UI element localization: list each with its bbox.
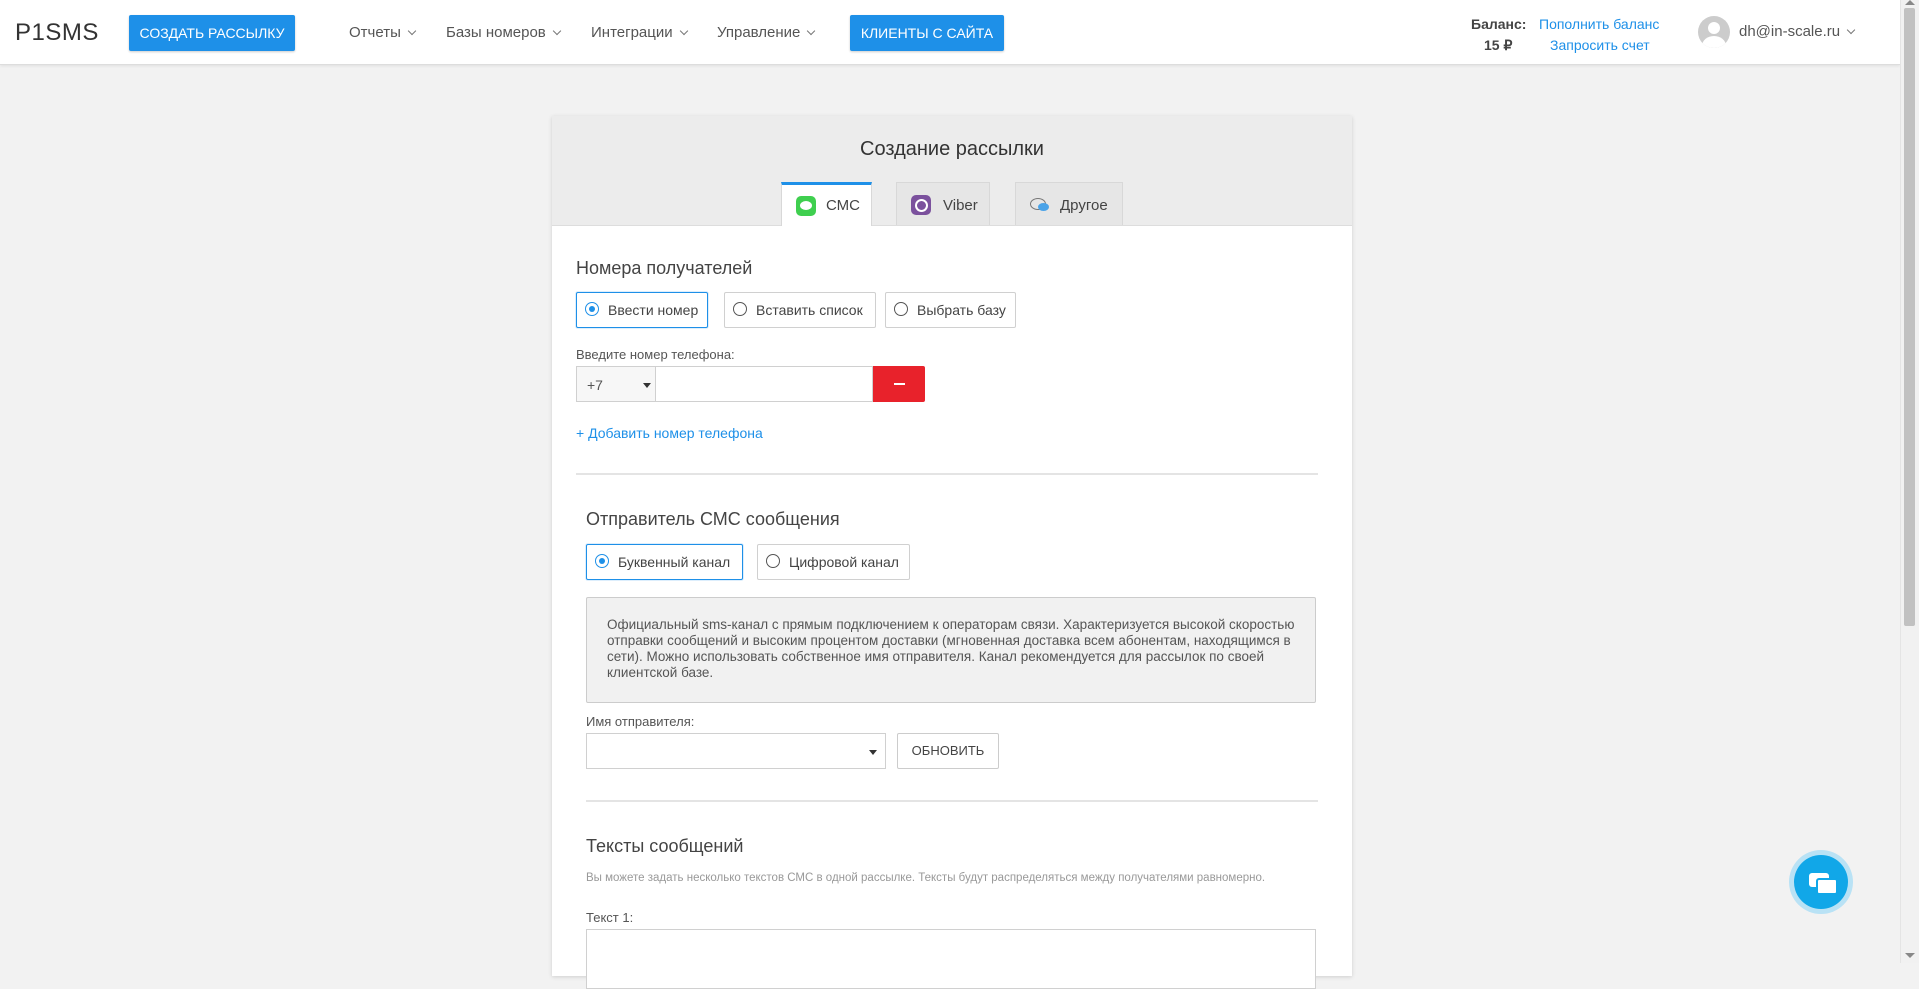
create-campaign-card: Создание рассылки СМС Viber Другое Номер… <box>552 116 1352 989</box>
balance-label: Баланс: <box>1471 16 1527 32</box>
logo[interactable]: P1SMS <box>15 19 99 47</box>
balance-value: 15 ₽ <box>1484 37 1513 53</box>
caret-down-icon <box>643 383 651 388</box>
caret-down-icon <box>869 750 877 755</box>
radio-enter-number[interactable]: Ввести номер <box>576 292 708 328</box>
tab-other[interactable]: Другое <box>1015 182 1123 225</box>
chevron-down-icon <box>807 26 816 36</box>
chevron-down-icon <box>679 26 688 36</box>
chevron-down-icon <box>552 26 562 36</box>
chevron-down-icon <box>407 26 417 36</box>
text1-label: Текст 1: <box>586 910 634 925</box>
nav-management[interactable]: Управление <box>717 24 816 41</box>
nav-management-label: Управление <box>717 24 801 41</box>
tab-sms-label: СМС <box>826 197 860 214</box>
nav-reports[interactable]: Отчеты <box>349 24 417 41</box>
radio-alpha-channel-label: Буквенный канал <box>618 554 731 570</box>
country-code-value: +7 <box>587 377 603 393</box>
nav-number-bases-label: Базы номеров <box>446 24 546 41</box>
user-email: dh@in-scale.ru <box>1739 23 1841 40</box>
text1-textarea[interactable] <box>586 929 1316 989</box>
page-title: Создание рассылки <box>860 138 1044 160</box>
chat-icon <box>1794 855 1848 909</box>
minus-icon <box>894 383 905 385</box>
tab-viber[interactable]: Viber <box>896 182 990 225</box>
country-code-select[interactable]: +7 <box>576 366 656 402</box>
radio-enter-number-label: Ввести номер <box>608 302 699 318</box>
scrollbar-thumb[interactable] <box>1904 8 1915 626</box>
tab-viber-label: Viber <box>943 197 978 214</box>
radio-checked-icon <box>595 554 609 568</box>
card-header: Создание рассылки СМС Viber Другое <box>552 116 1352 226</box>
scroll-down-arrow-icon[interactable] <box>1905 953 1915 958</box>
sender-name-select[interactable] <box>586 733 886 769</box>
texts-title: Тексты сообщений <box>586 836 744 856</box>
channel-info-box: Официальный sms-канал с прямым подключен… <box>586 597 1316 703</box>
radio-unchecked-icon <box>894 302 908 316</box>
create-campaign-button[interactable]: Создать рассылку <box>129 15 295 51</box>
topup-balance-link[interactable]: Пополнить баланс <box>1539 16 1659 32</box>
chat-widget-button[interactable] <box>1789 850 1853 914</box>
radio-paste-list[interactable]: Вставить список <box>724 292 876 328</box>
viber-icon <box>911 195 931 215</box>
divider <box>576 473 1318 475</box>
request-invoice-link[interactable]: Запросить счет <box>1550 37 1650 53</box>
sender-title: Отправитель СМС сообщения <box>586 509 840 529</box>
radio-alpha-channel[interactable]: Буквенный канал <box>586 544 743 580</box>
user-menu[interactable]: dh@in-scale.ru <box>1739 23 1856 40</box>
recipients-title: Номера получателей <box>576 258 753 278</box>
radio-unchecked-icon <box>766 554 780 568</box>
tab-other-label: Другое <box>1060 197 1108 214</box>
radio-paste-list-label: Вставить список <box>756 302 863 318</box>
radio-unchecked-icon <box>733 302 747 316</box>
add-phone-link[interactable]: + Добавить номер телефона <box>576 425 763 441</box>
avatar[interactable] <box>1698 16 1730 48</box>
radio-choose-base[interactable]: Выбрать базу <box>885 292 1016 328</box>
radio-digital-channel-label: Цифровой канал <box>789 554 899 570</box>
channel-info-text: Официальный sms-канал с прямым подключен… <box>607 617 1295 680</box>
nav-integrations-label: Интеграции <box>591 24 673 41</box>
refresh-button[interactable]: Обновить <box>897 733 999 769</box>
sms-icon <box>796 196 816 216</box>
chat-bubbles-icon <box>1030 195 1050 215</box>
phone-input[interactable] <box>656 366 873 402</box>
radio-checked-icon <box>585 302 599 316</box>
scroll-up-arrow-icon[interactable] <box>1905 0 1915 5</box>
tab-sms[interactable]: СМС <box>781 182 872 226</box>
site-clients-button[interactable]: Клиенты с сайта <box>850 15 1004 51</box>
nav-integrations[interactable]: Интеграции <box>591 24 688 41</box>
radio-choose-base-label: Выбрать базу <box>917 302 1006 318</box>
remove-phone-button[interactable] <box>873 366 925 402</box>
top-navbar: P1SMS Создать рассылку Отчеты Базы номер… <box>0 0 1900 65</box>
nav-number-bases[interactable]: Базы номеров <box>446 24 562 41</box>
nav-reports-label: Отчеты <box>349 24 401 41</box>
sender-name-label: Имя отправителя: <box>586 714 695 729</box>
phone-label: Введите номер телефона: <box>576 347 735 362</box>
texts-hint: Вы можете задать несколько текстов СМС в… <box>586 872 1266 884</box>
radio-digital-channel[interactable]: Цифровой канал <box>757 544 910 580</box>
divider <box>586 800 1318 802</box>
chevron-down-icon <box>1846 25 1856 35</box>
